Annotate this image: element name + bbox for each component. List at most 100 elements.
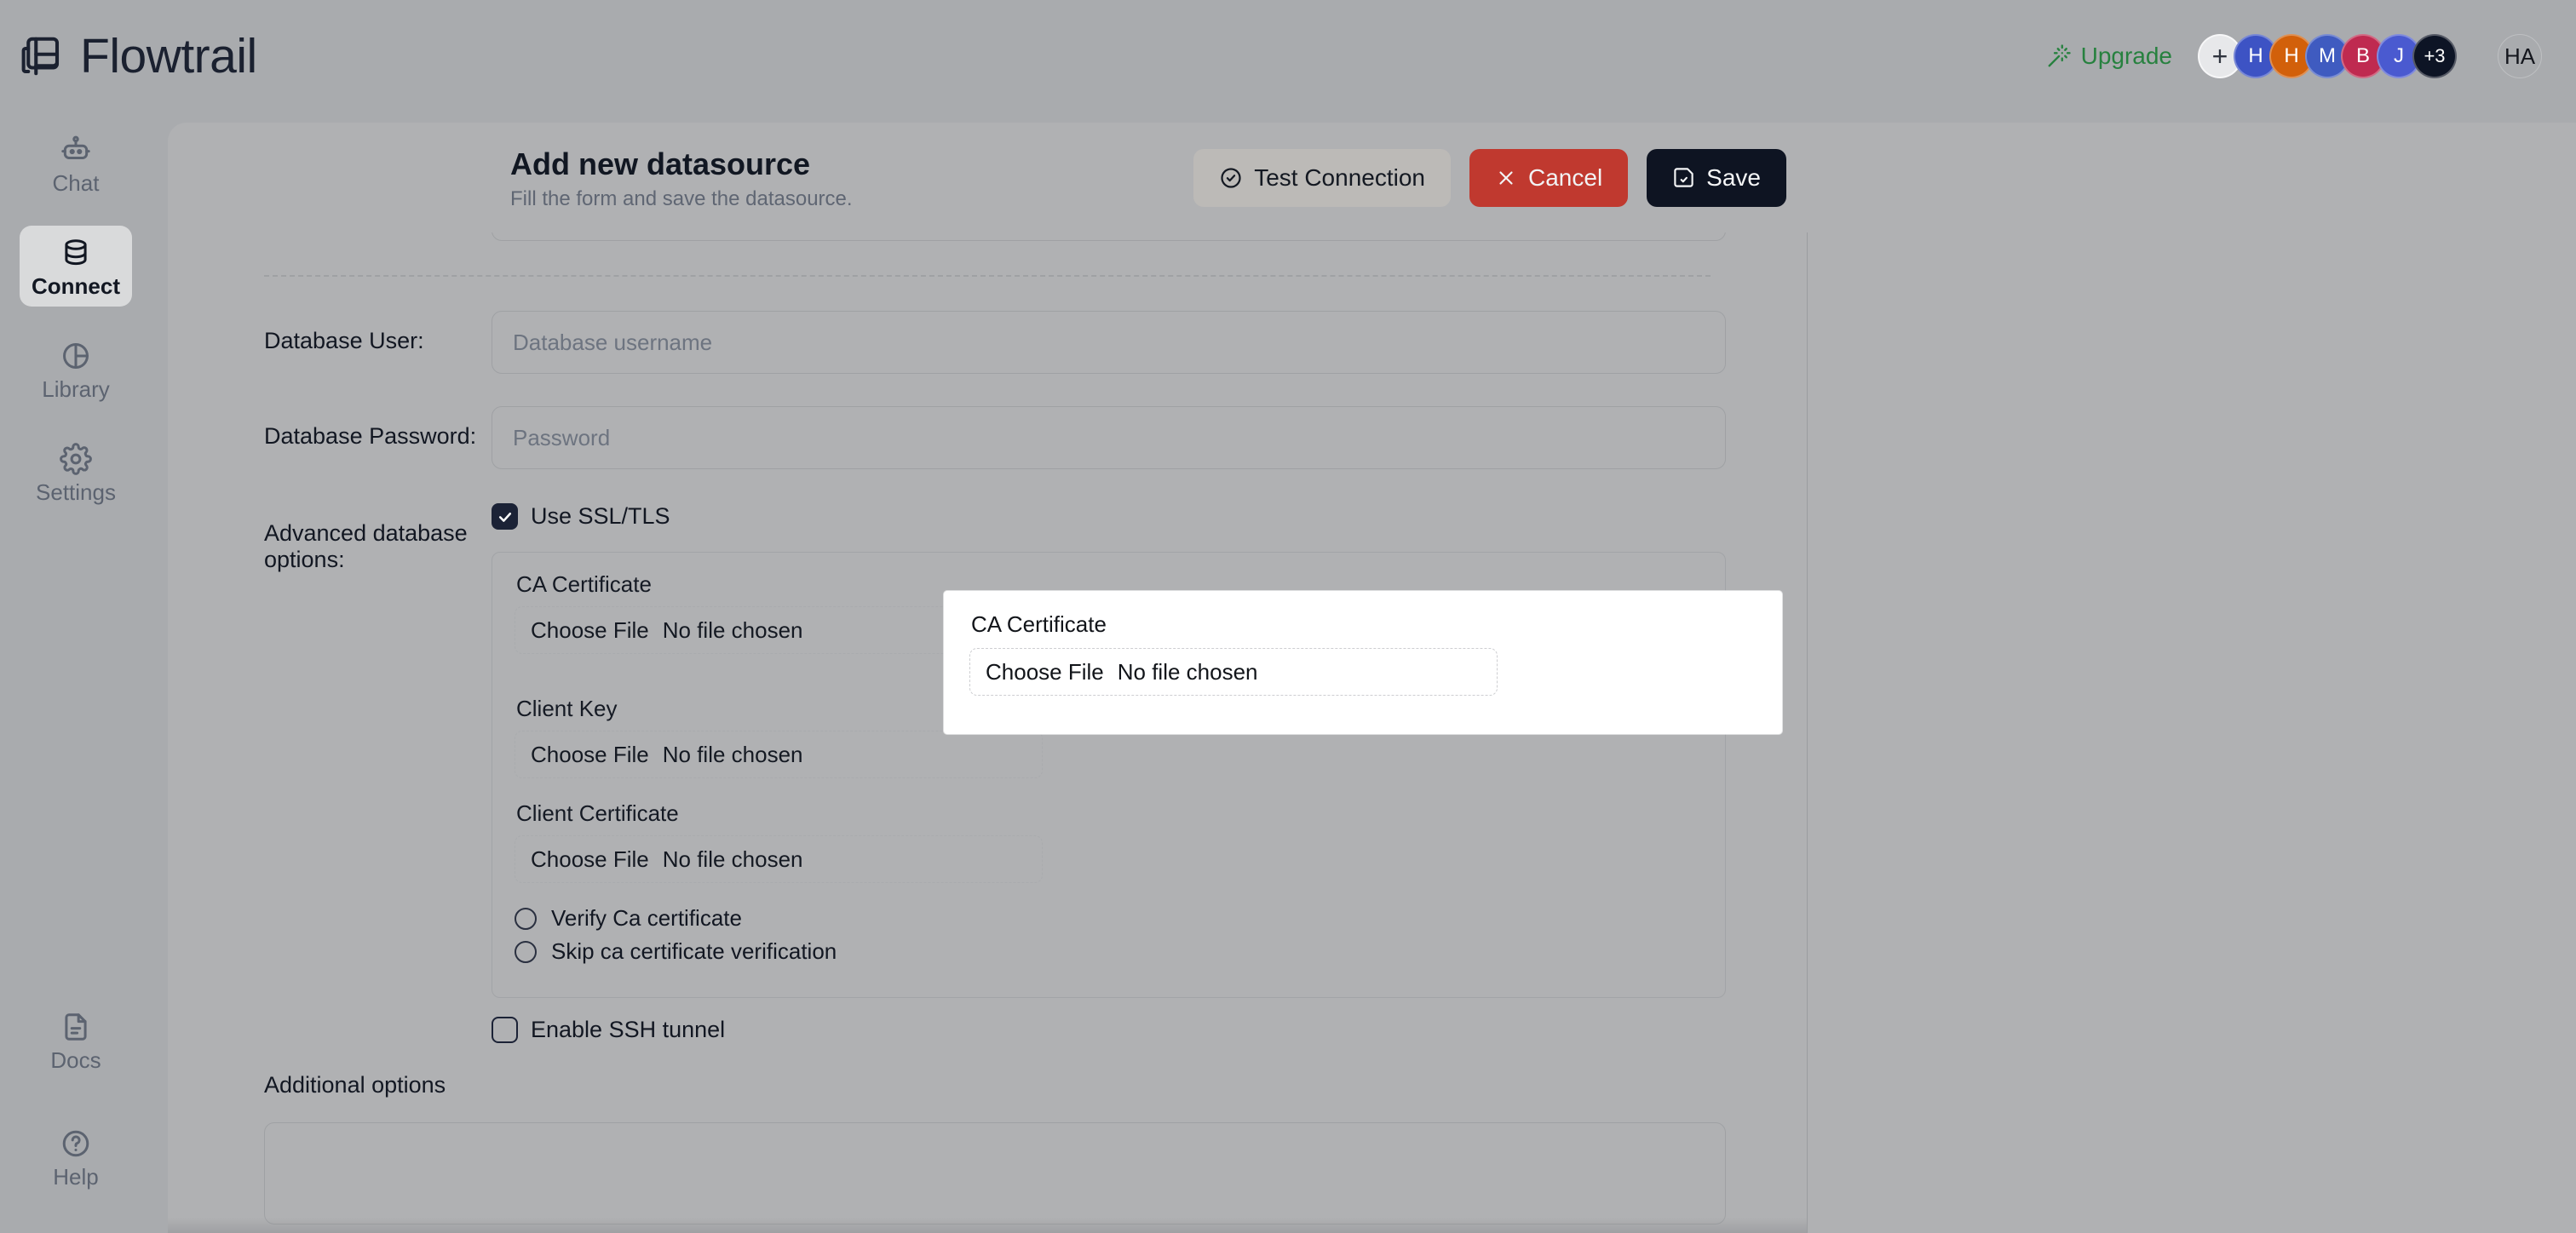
client-certificate-file-input[interactable]: Choose File No file chosen [515, 835, 1043, 883]
database-user-field: Database username [492, 311, 1807, 374]
sidebar-item-label: Library [42, 376, 110, 402]
avatar-initial: +3 [2424, 45, 2446, 66]
gear-icon [60, 443, 92, 475]
ca-certificate-choose-file-button[interactable]: Choose File [531, 617, 649, 644]
spotlight-ca-certificate-file-input[interactable]: Choose File No file chosen [969, 648, 1498, 696]
app-root: Flowtrail Upgrade + H H M B J +3 HA Chat… [0, 0, 2576, 1233]
verify-ca-certificate-label: Verify Ca certificate [551, 905, 742, 931]
skip-ca-verification-label: Skip ca certificate verification [551, 938, 837, 964]
sidebar-item-chat[interactable]: Chat [20, 123, 132, 204]
scroll-shadow [168, 1218, 1807, 1233]
client-certificate-label: Client Certificate [516, 800, 679, 826]
clipped-input[interactable] [492, 232, 1726, 241]
avatar-initial: H [2284, 44, 2299, 67]
pie-chart-icon [60, 340, 92, 372]
client-key-file-status: No file chosen [662, 741, 803, 767]
sidebar-item-connect[interactable]: Connect [20, 226, 132, 307]
client-certificate-file-status: No file chosen [662, 846, 803, 872]
magic-wand-sparkles-icon [2046, 43, 2072, 69]
user-account-avatar[interactable]: HA [2498, 34, 2542, 78]
flowtrail-logo-icon [19, 33, 65, 79]
content-divider [1807, 232, 1808, 1233]
client-certificate-group: Client Certificate Choose File No file c… [515, 800, 1703, 883]
advanced-options-label: Advanced database options: [264, 520, 468, 572]
enable-ssh-tunnel-checkbox[interactable] [492, 1017, 518, 1043]
plus-icon: + [2211, 40, 2228, 72]
sidebar-item-help[interactable]: Help [20, 1116, 132, 1197]
use-ssl-label: Use SSL/TLS [531, 503, 670, 529]
save-label: Save [1706, 163, 1761, 191]
robot-icon [60, 134, 92, 166]
page-header: Add new datasource Fill the form and sav… [168, 123, 1807, 232]
avatar-overflow-count[interactable]: +3 [2412, 34, 2457, 78]
sidebar: Chat Connect Library Settings Docs Help [0, 112, 152, 1233]
database-password-label: Database Password: [264, 423, 477, 449]
check-circle-icon [1219, 166, 1243, 190]
sidebar-item-library[interactable]: Library [20, 329, 132, 410]
cancel-button[interactable]: Cancel [1469, 148, 1629, 207]
use-ssl-checkbox[interactable] [492, 503, 518, 530]
page-header-actions: Test Connection Cancel Save [1193, 148, 1807, 207]
avatar-initial: H [2248, 44, 2263, 67]
verify-ca-certificate-radio[interactable] [515, 907, 537, 930]
form-row-database-password: Database Password: Password [168, 406, 1807, 469]
cancel-label: Cancel [1528, 163, 1603, 191]
form-section-divider [264, 275, 1711, 277]
save-button[interactable]: Save [1647, 148, 1786, 207]
database-user-input[interactable]: Database username [492, 311, 1726, 374]
upgrade-button[interactable]: Upgrade [2046, 43, 2172, 70]
use-ssl-checkbox-row[interactable]: Use SSL/TLS [492, 503, 1726, 530]
enable-ssh-tunnel-row[interactable]: Enable SSH tunnel [492, 1017, 1726, 1043]
sidebar-item-label: Settings [36, 479, 116, 505]
sidebar-item-label: Docs [50, 1047, 101, 1073]
sidebar-item-settings[interactable]: Settings [20, 432, 132, 513]
page-subtitle: Fill the form and save the datasource. [510, 186, 853, 210]
form-row-database-user: Database User: Database username [168, 311, 1807, 374]
advanced-options-field: Use SSL/TLS CA Certificate Choose File N… [492, 503, 1807, 1043]
brand[interactable]: Flowtrail [19, 28, 257, 84]
client-key-file-input[interactable]: Choose File No file chosen [515, 731, 1043, 778]
spotlight-file-status: No file chosen [1117, 658, 1258, 685]
top-bar: Flowtrail Upgrade + H H M B J +3 HA [0, 0, 2576, 112]
form-row-advanced-options: Advanced database options: Use SSL/TLS C… [168, 503, 1807, 1043]
database-password-input[interactable]: Password [492, 406, 1726, 469]
avatar-stack: + H H M B J +3 [2198, 34, 2457, 78]
sidebar-item-label: Chat [52, 170, 100, 196]
database-icon [60, 237, 92, 269]
sidebar-item-docs[interactable]: Docs [20, 1000, 132, 1081]
avatar-initial: M [2319, 44, 2336, 67]
sidebar-item-label: Help [53, 1164, 99, 1190]
form-field-clipped [492, 232, 1807, 241]
page-title: Add new datasource [510, 146, 811, 181]
test-connection-label: Test Connection [1254, 163, 1425, 191]
database-user-placeholder: Database username [513, 329, 713, 355]
enable-ssh-tunnel-label: Enable SSH tunnel [531, 1017, 726, 1042]
close-x-icon [1495, 167, 1517, 189]
client-key-choose-file-button[interactable]: Choose File [531, 742, 649, 768]
avatar-initial: B [2355, 44, 2370, 67]
ca-certificate-file-status: No file chosen [662, 616, 803, 643]
verify-ca-certificate-option[interactable]: Verify Ca certificate [515, 905, 1703, 932]
avatar-initial: J [2394, 44, 2404, 67]
document-icon [60, 1011, 92, 1043]
sidebar-item-label: Connect [32, 273, 120, 299]
brand-name: Flowtrail [80, 29, 257, 83]
skip-ca-verification-option[interactable]: Skip ca certificate verification [515, 938, 1703, 965]
database-password-placeholder: Password [513, 424, 611, 450]
question-circle-icon [60, 1127, 92, 1160]
database-password-field: Password [492, 406, 1807, 469]
spotlight-ca-certificate-label: CA Certificate [971, 611, 1107, 637]
additional-options-title: Additional options [264, 1072, 446, 1098]
form-label-clipped [264, 232, 492, 249]
top-bar-right: Upgrade + H H M B J +3 HA [2046, 34, 2542, 78]
client-certificate-choose-file-button[interactable]: Choose File [531, 846, 649, 873]
spotlight-choose-file-button[interactable]: Choose File [986, 659, 1104, 685]
user-initials: HA [2504, 43, 2536, 69]
ca-certificate-spotlight-overlay: CA Certificate Choose File No file chose… [944, 591, 1782, 734]
skip-ca-verification-radio[interactable] [515, 940, 537, 963]
database-user-label: Database User: [264, 328, 424, 353]
test-connection-button[interactable]: Test Connection [1193, 148, 1451, 207]
upgrade-label: Upgrade [2080, 43, 2172, 69]
save-disk-icon [1672, 166, 1695, 189]
additional-options-textarea[interactable] [264, 1122, 1726, 1224]
